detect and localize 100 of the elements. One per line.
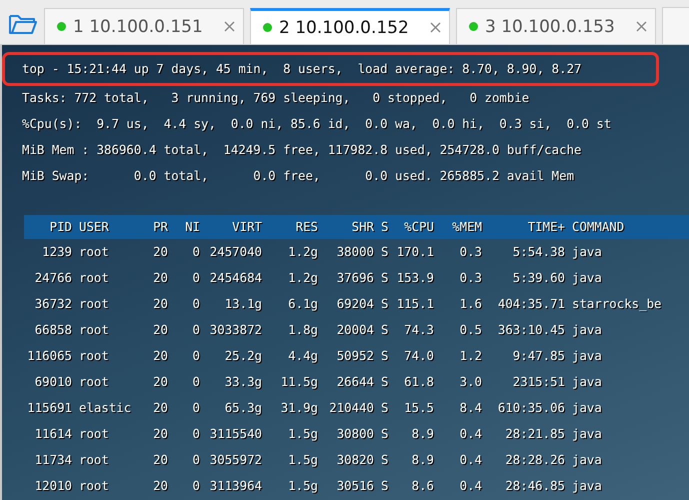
table-cell-text: 5:39.60	[512, 269, 565, 287]
table-cell-text: 30820	[336, 451, 374, 469]
table-cell-text: 20	[152, 451, 168, 469]
close-icon[interactable]	[430, 22, 441, 33]
table-cell-text: 3033872	[208, 321, 262, 339]
table-cell-text: 0	[192, 295, 200, 313]
table-cell-text: root	[78, 321, 110, 339]
column-header: NI	[184, 218, 200, 236]
table-cell-text: 25.2g	[224, 347, 262, 365]
folder-icon	[8, 12, 38, 36]
terminal-line: %Cpu(s): 9.7 us, 4.4 sy, 0.0 ni, 85.6 id, 0.0 wa, 0.0 hi, 0.3 si, 0.0 st	[21, 115, 612, 133]
table-cell-text: 116065	[26, 347, 72, 365]
table-cell-text: 170.1	[396, 243, 434, 261]
table-cell-text: 0	[192, 269, 200, 287]
table-cell-text: 1.2g	[287, 243, 318, 261]
table-cell-text: java	[571, 347, 603, 365]
table-cell-text: 11614	[34, 425, 72, 443]
table-cell-text: 74.0	[403, 347, 434, 365]
table-cell-text: 115691	[26, 399, 72, 417]
table-cell-text: S	[380, 425, 388, 443]
table-cell-text: root	[78, 347, 110, 365]
table-cell-text: 0	[192, 347, 200, 365]
close-icon[interactable]	[224, 21, 235, 32]
table-cell-text: 66858	[34, 321, 72, 339]
table-cell-text: 8.9	[410, 451, 434, 469]
table-cell-text: 363:10.45	[496, 321, 565, 339]
table-cell-text: starrocks_be	[571, 295, 663, 313]
table-cell-text: 8.6	[410, 477, 434, 495]
table-cell-text: 1.2	[458, 347, 482, 365]
table-cell-text: 0.4	[458, 477, 482, 495]
table-cell-text: 11.5g	[280, 373, 318, 391]
table-cell-text: 13.1g	[224, 295, 262, 313]
table-cell-text: 11734	[34, 451, 72, 469]
table-cell-text: 20	[152, 425, 168, 443]
table-cell-text: 69010	[34, 373, 72, 391]
table-cell-text: 3055972	[208, 451, 262, 469]
table-cell-text: java	[571, 321, 603, 339]
table-cell-text: java	[571, 451, 603, 469]
table-cell-text: 1.5g	[287, 425, 318, 443]
table-cell-text: S	[380, 451, 388, 469]
table-cell-text: 31.9g	[280, 399, 318, 417]
column-header: S	[380, 218, 388, 236]
close-icon[interactable]	[636, 21, 647, 32]
table-cell-text: 74.3	[403, 321, 434, 339]
table-cell-text: 33.3g	[224, 373, 262, 391]
table-cell-text: S	[380, 295, 388, 313]
table-cell-text: 1.2g	[287, 269, 318, 287]
terminal-line: MiB Swap: 0.0 total, 0.0 free, 0.0 used. 265885.2 avail Mem	[21, 167, 576, 185]
table-cell-text: 61.8	[403, 373, 434, 391]
table-cell-text: 0.3	[458, 243, 482, 261]
table-cell-text: S	[380, 477, 388, 495]
table-cell-text: 26644	[336, 373, 374, 391]
table-cell-text: 0.3	[458, 269, 482, 287]
column-header: TIME+	[526, 218, 565, 236]
table-cell-text: root	[78, 425, 110, 443]
session-tab[interactable]: 2 10.100.0.152	[250, 8, 450, 44]
table-cell-text: 1.5g	[287, 477, 318, 495]
table-cell-text: S	[380, 321, 388, 339]
table-cell-text: 69204	[336, 295, 374, 313]
column-header: COMMAND	[571, 218, 626, 236]
table-cell-text: 210440	[328, 399, 374, 417]
table-cell-text: 0.4	[458, 425, 482, 443]
table-cell-text: 20	[152, 373, 168, 391]
table-cell-text: java	[571, 399, 603, 417]
table-cell-text: root	[78, 269, 110, 287]
session-tab[interactable]: 1 10.100.0.151	[44, 8, 244, 44]
table-cell-text: 2457040	[208, 243, 262, 261]
tab-label: 2 10.100.0.152	[279, 18, 410, 38]
table-cell-text: 30516	[336, 477, 374, 495]
table-cell-text: 20004	[336, 321, 374, 339]
table-cell-text: 0	[192, 477, 200, 495]
table-cell-text: 610:35.06	[496, 399, 565, 417]
column-header: %CPU	[403, 218, 434, 236]
table-cell-text: 20	[152, 477, 168, 495]
table-cell-text: 37696	[336, 269, 374, 287]
table-cell-text: S	[380, 269, 388, 287]
table-cell-text: root	[78, 477, 110, 495]
column-header: VIRT	[231, 218, 262, 236]
table-cell-text: 15.5	[403, 399, 434, 417]
tab-label: 1 10.100.0.151	[73, 16, 204, 36]
table-cell-text: elastic	[78, 399, 132, 417]
table-cell-text: 0	[192, 399, 200, 417]
session-tab[interactable]: 3 10.100.0.153	[456, 8, 656, 44]
table-cell-text: 6.1g	[287, 295, 318, 313]
table-cell-text: 0	[192, 321, 200, 339]
table-cell-text: 1.6	[458, 295, 482, 313]
table-cell-text: 28:28.26	[504, 451, 565, 469]
table-cell-text: 50952	[336, 347, 374, 365]
table-cell-text: 404:35.71	[496, 295, 565, 313]
table-cell-text: 30800	[336, 425, 374, 443]
column-header: PR	[152, 218, 168, 236]
column-header: SHR	[350, 218, 374, 236]
column-header: PID	[48, 218, 72, 236]
table-cell-text: 0	[192, 425, 200, 443]
table-cell-text: java	[571, 243, 603, 261]
table-cell-text: 38000	[336, 243, 374, 261]
table-cell-text: 1239	[41, 243, 72, 261]
table-cell-text: 8.9	[410, 425, 434, 443]
terminal-line: Tasks: 772 total, 3 running, 769 sleeping, 0 stopped, 0 zombie	[21, 89, 530, 107]
table-cell-text: root	[78, 295, 110, 313]
